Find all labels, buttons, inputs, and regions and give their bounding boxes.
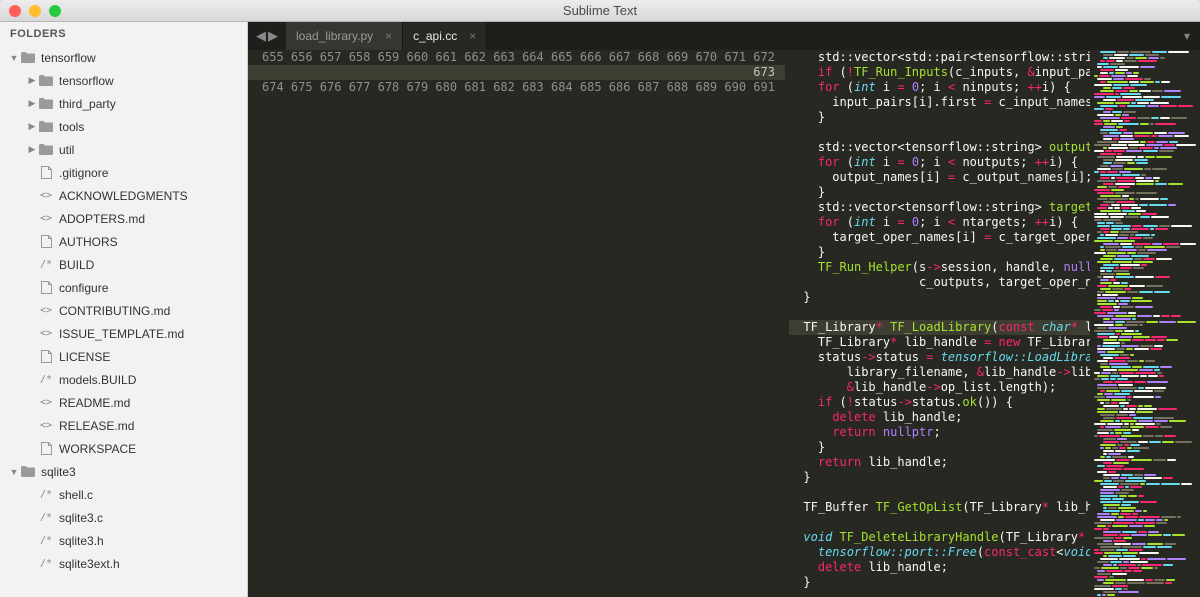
tree-item-label: RELEASE.md xyxy=(59,419,134,433)
folder-item[interactable]: ▶ tools xyxy=(0,117,247,136)
file-item[interactable]: <> README.md xyxy=(0,393,247,412)
folder-item[interactable]: ▶ util xyxy=(0,140,247,159)
tree-item-label: sqlite3ext.h xyxy=(59,557,120,571)
folder-icon xyxy=(20,465,36,479)
tree-item-label: third_party xyxy=(59,97,116,111)
tree-item-label: tools xyxy=(59,120,84,134)
window-title: Sublime Text xyxy=(563,3,637,18)
tree-item-label: sqlite3.h xyxy=(59,534,104,548)
tree-item-label: BUILD xyxy=(59,258,94,272)
file-icon: <> xyxy=(38,189,54,203)
file-icon: <> xyxy=(38,212,54,226)
file-item[interactable]: .gitignore xyxy=(0,163,247,182)
tree-item-label: configure xyxy=(59,281,108,295)
file-icon: <> xyxy=(38,304,54,318)
file-icon: /* xyxy=(38,258,54,272)
history-back-button[interactable]: ◀ xyxy=(256,28,266,44)
file-item[interactable]: /* sqlite3ext.h xyxy=(0,554,247,573)
minimize-window-button[interactable] xyxy=(29,5,41,17)
tree-item-label: ISSUE_TEMPLATE.md xyxy=(59,327,184,341)
file-item[interactable]: LICENSE xyxy=(0,347,247,366)
file-item[interactable]: /* shell.c xyxy=(0,485,247,504)
folders-header: FOLDERS xyxy=(0,22,247,46)
disclosure-triangle-icon[interactable]: ▶ xyxy=(26,144,38,155)
tree-item-label: ADOPTERS.md xyxy=(59,212,145,226)
file-item[interactable]: <> ISSUE_TEMPLATE.md xyxy=(0,324,247,343)
tree-item-label: CONTRIBUTING.md xyxy=(59,304,170,318)
sidebar: FOLDERS ▼tensorflow▶tensorflow▶third_par… xyxy=(0,22,248,597)
code-editor[interactable]: 655 656 657 658 659 660 661 662 663 664 … xyxy=(248,50,1200,597)
file-item[interactable]: <> ACKNOWLEDGMENTS xyxy=(0,186,247,205)
folder-item[interactable]: ▼ tensorflow xyxy=(0,48,247,67)
file-item[interactable]: /* BUILD xyxy=(0,255,247,274)
file-icon: /* xyxy=(38,488,54,502)
file-icon: /* xyxy=(38,511,54,525)
window-titlebar: Sublime Text xyxy=(0,0,1200,22)
file-item[interactable]: AUTHORS xyxy=(0,232,247,251)
folder-icon xyxy=(38,97,54,111)
maximize-window-button[interactable] xyxy=(49,5,61,17)
tree-item-label: WORKSPACE xyxy=(59,442,136,456)
close-window-button[interactable] xyxy=(9,5,21,17)
tab-bar: ◀ ▶ load_library.py × c_api.cc × ▾ xyxy=(248,22,1200,50)
tab-label: c_api.cc xyxy=(413,29,457,43)
tree-item-label: models.BUILD xyxy=(59,373,136,387)
file-icon xyxy=(38,235,54,249)
file-item[interactable]: <> ADOPTERS.md xyxy=(0,209,247,228)
file-icon: /* xyxy=(38,373,54,387)
file-icon xyxy=(38,166,54,180)
file-icon xyxy=(38,442,54,456)
folder-icon xyxy=(20,51,36,65)
file-item[interactable]: WORKSPACE xyxy=(0,439,247,458)
close-tab-icon[interactable]: × xyxy=(385,29,392,43)
tree-item-label: .gitignore xyxy=(59,166,108,180)
tree-item-label: util xyxy=(59,143,74,157)
file-item[interactable]: /* models.BUILD xyxy=(0,370,247,389)
tab-label: load_library.py xyxy=(296,29,373,43)
file-item[interactable]: /* sqlite3.h xyxy=(0,531,247,550)
disclosure-triangle-icon[interactable]: ▶ xyxy=(26,75,38,86)
folder-item[interactable]: ▼ sqlite3 xyxy=(0,462,247,481)
tree-item-label: AUTHORS xyxy=(59,235,118,249)
file-icon: /* xyxy=(38,557,54,571)
close-tab-icon[interactable]: × xyxy=(469,29,476,43)
file-item[interactable]: /* sqlite3.c xyxy=(0,508,247,527)
tree-item-label: tensorflow xyxy=(59,74,114,88)
tree-item-label: README.md xyxy=(59,396,130,410)
tab-overflow-menu[interactable]: ▾ xyxy=(1174,22,1200,50)
history-forward-button[interactable]: ▶ xyxy=(268,28,278,44)
folder-icon xyxy=(38,74,54,88)
tree-item-label: shell.c xyxy=(59,488,93,502)
folder-icon xyxy=(38,143,54,157)
disclosure-triangle-icon[interactable]: ▶ xyxy=(26,121,38,132)
file-icon: <> xyxy=(38,327,54,341)
tree-item-label: LICENSE xyxy=(59,350,110,364)
folder-item[interactable]: ▶ tensorflow xyxy=(0,71,247,90)
file-item[interactable]: <> CONTRIBUTING.md xyxy=(0,301,247,320)
file-item[interactable]: configure xyxy=(0,278,247,297)
tree-item-label: sqlite3.c xyxy=(59,511,103,525)
disclosure-triangle-icon[interactable]: ▶ xyxy=(26,98,38,109)
file-icon xyxy=(38,281,54,295)
tree-item-label: ACKNOWLEDGMENTS xyxy=(59,189,188,203)
file-item[interactable]: <> RELEASE.md xyxy=(0,416,247,435)
tree-item-label: tensorflow xyxy=(41,51,96,65)
folder-icon xyxy=(38,120,54,134)
tree-item-label: sqlite3 xyxy=(41,465,76,479)
file-icon: /* xyxy=(38,534,54,548)
file-icon xyxy=(38,350,54,364)
tab-load_library-py[interactable]: load_library.py × xyxy=(286,22,403,50)
file-icon: <> xyxy=(38,419,54,433)
disclosure-triangle-icon[interactable]: ▼ xyxy=(8,53,20,63)
minimap[interactable] xyxy=(1090,50,1200,597)
file-icon: <> xyxy=(38,396,54,410)
tab-c_api-cc[interactable]: c_api.cc × xyxy=(403,22,487,50)
folder-item[interactable]: ▶ third_party xyxy=(0,94,247,113)
disclosure-triangle-icon[interactable]: ▼ xyxy=(8,467,20,477)
